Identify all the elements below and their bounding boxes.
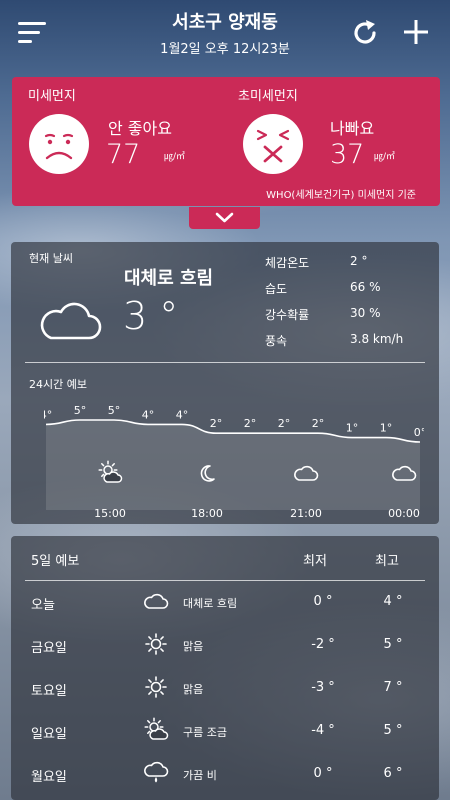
hourly-temp-label: 5° bbox=[108, 404, 121, 417]
sad-face-icon bbox=[29, 114, 89, 174]
forecast-row[interactable]: 월요일 가끔 비 0 ° 6 ° bbox=[31, 760, 419, 790]
location-title[interactable]: 서초구 양재동 bbox=[0, 8, 450, 34]
forecast-low-temp: -4 ° bbox=[311, 723, 335, 738]
sun-icon bbox=[145, 676, 167, 698]
pm10-status: 안 좋아요 bbox=[108, 119, 172, 138]
current-temperature: 3 ° bbox=[123, 294, 179, 338]
forecast-day: 월요일 bbox=[31, 770, 67, 785]
forecast-condition: 대체로 흐림 bbox=[183, 597, 238, 610]
min-temp-header: 최저 bbox=[303, 554, 327, 569]
forecast-high-temp: 4 ° bbox=[383, 594, 403, 609]
divider bbox=[25, 362, 425, 363]
forecast-header: 5일 예보 최저 최고 bbox=[31, 550, 419, 570]
pm25-status: 나빠요 bbox=[330, 119, 375, 138]
hourly-temp-label: 1° bbox=[346, 422, 359, 435]
hourly-temp-label: 2° bbox=[244, 417, 257, 430]
detail-precipitation: 강수확률 30 % bbox=[265, 306, 381, 322]
pm10-unit: ㎍/㎥ bbox=[164, 152, 186, 162]
forecast-condition: 가끔 비 bbox=[183, 769, 217, 782]
hourly-temp-label: 4° bbox=[142, 408, 155, 421]
hourly-temp-label: 4° bbox=[44, 408, 52, 421]
forecast-high-temp: 7 ° bbox=[383, 680, 403, 695]
hourly-time-label: 15:00 bbox=[94, 507, 126, 520]
angry-face-icon bbox=[243, 114, 303, 174]
pm10-section: 미세먼지 안 좋아요 77 ㎍/㎥ bbox=[12, 77, 226, 187]
hourly-temp-label: 4° bbox=[176, 408, 189, 421]
rain-icon bbox=[144, 761, 169, 783]
current-condition: 대체로 흐림 bbox=[124, 268, 214, 289]
detail-wind-speed: 풍속 3.8 km/h bbox=[265, 332, 404, 348]
hourly-forecast-chart[interactable]: 4° 5° 5° 4° 4° 2° 2° 2° 2° 1° 1° 0° 15:00 18:00 21:00 0… bbox=[44, 398, 424, 522]
five-day-forecast-card: 5일 예보 최저 최고 오늘 대체로 흐림 0 ° 4 ° 금요일 맑음 -2 ° 5 ° 토요… bbox=[11, 536, 439, 800]
forecast-day: 토요일 bbox=[31, 684, 67, 699]
hourly-time-label: 00:00 bbox=[388, 507, 420, 520]
current-weather-label: 현재 날씨 bbox=[29, 252, 73, 265]
forecast-title: 5일 예보 bbox=[31, 554, 80, 569]
forecast-icon bbox=[143, 674, 169, 700]
add-location-icon[interactable] bbox=[402, 18, 430, 46]
pm25-label: 초미세먼지 bbox=[238, 89, 298, 104]
cloud-icon bbox=[144, 593, 169, 609]
forecast-low-temp: -2 ° bbox=[311, 637, 335, 652]
hourly-temp-label: 2° bbox=[312, 417, 325, 430]
detail-feels-like: 체감온도 2 ° bbox=[265, 254, 368, 270]
updated-time: 1월2일 오후 12시23분 bbox=[160, 42, 290, 57]
forecast-condition: 맑음 bbox=[183, 683, 204, 696]
pm25-value: 37 bbox=[330, 139, 365, 170]
cloud-icon bbox=[40, 302, 102, 340]
forecast-icon bbox=[143, 588, 169, 614]
hourly-temp-label: 1° bbox=[380, 422, 393, 435]
hourly-forecast-label: 24시간 예보 bbox=[29, 378, 87, 391]
forecast-row[interactable]: 일요일 구름 조금 -4 ° 5 ° bbox=[31, 717, 419, 747]
hourly-temp-label: 0° bbox=[414, 426, 424, 439]
hourly-temp-label: 2° bbox=[278, 417, 291, 430]
forecast-row[interactable]: 오늘 대체로 흐림 0 ° 4 ° bbox=[31, 588, 419, 618]
forecast-low-temp: 0 ° bbox=[313, 766, 333, 781]
pm25-section: 초미세먼지 나빠요 37 ㎍/㎥ bbox=[226, 77, 440, 187]
forecast-day: 금요일 bbox=[31, 641, 67, 656]
sun-icon bbox=[145, 633, 167, 655]
hourly-temp-label: 5° bbox=[74, 404, 87, 417]
pm10-label: 미세먼지 bbox=[28, 89, 76, 104]
forecast-condition: 구름 조금 bbox=[183, 726, 227, 739]
forecast-high-temp: 6 ° bbox=[383, 766, 403, 781]
pm10-value: 77 bbox=[106, 139, 141, 170]
forecast-icon bbox=[143, 760, 169, 786]
pm25-unit: ㎍/㎥ bbox=[374, 152, 396, 162]
hourly-time-label: 21:00 bbox=[290, 507, 322, 520]
forecast-icon bbox=[143, 717, 169, 743]
current-details: 체감온도 2 ° 습도 66 % 강수확률 30 % 풍속 3.8 km/h bbox=[265, 254, 435, 358]
chevron-down-icon bbox=[215, 212, 234, 223]
expand-dust-button[interactable] bbox=[189, 207, 260, 229]
forecast-icon bbox=[143, 631, 169, 657]
hourly-temp-label: 2° bbox=[210, 417, 223, 430]
partly-sunny-icon bbox=[144, 717, 169, 740]
forecast-row[interactable]: 금요일 맑음 -2 ° 5 ° bbox=[31, 631, 419, 661]
current-weather-card: 현재 날씨 대체로 흐림 3 ° 체감온도 2 ° 습도 66 % 강수확률 3… bbox=[11, 242, 439, 524]
forecast-high-temp: 5 ° bbox=[383, 637, 403, 652]
forecast-high-temp: 5 ° bbox=[383, 723, 403, 738]
forecast-low-temp: -3 ° bbox=[311, 680, 335, 695]
forecast-row[interactable]: 토요일 맑음 -3 ° 7 ° bbox=[31, 674, 419, 704]
detail-humidity: 습도 66 % bbox=[265, 280, 381, 296]
max-temp-header: 최고 bbox=[375, 554, 399, 569]
forecast-low-temp: 0 ° bbox=[313, 594, 333, 609]
forecast-day: 오늘 bbox=[31, 598, 55, 613]
dust-standard-note: WHO(세계보건기구) 미세먼지 기준 bbox=[266, 190, 416, 201]
divider bbox=[25, 580, 425, 581]
fine-dust-card[interactable]: 미세먼지 안 좋아요 77 ㎍/㎥ 초미세먼지 나빠요 37 ㎍/㎥ WHO(세… bbox=[12, 77, 440, 206]
app-header: 서초구 양재동 1월2일 오후 12시23분 bbox=[0, 0, 450, 72]
forecast-condition: 맑음 bbox=[183, 640, 204, 653]
hourly-time-label: 18:00 bbox=[191, 507, 223, 520]
forecast-day: 일요일 bbox=[31, 727, 67, 742]
refresh-icon[interactable] bbox=[350, 18, 380, 48]
